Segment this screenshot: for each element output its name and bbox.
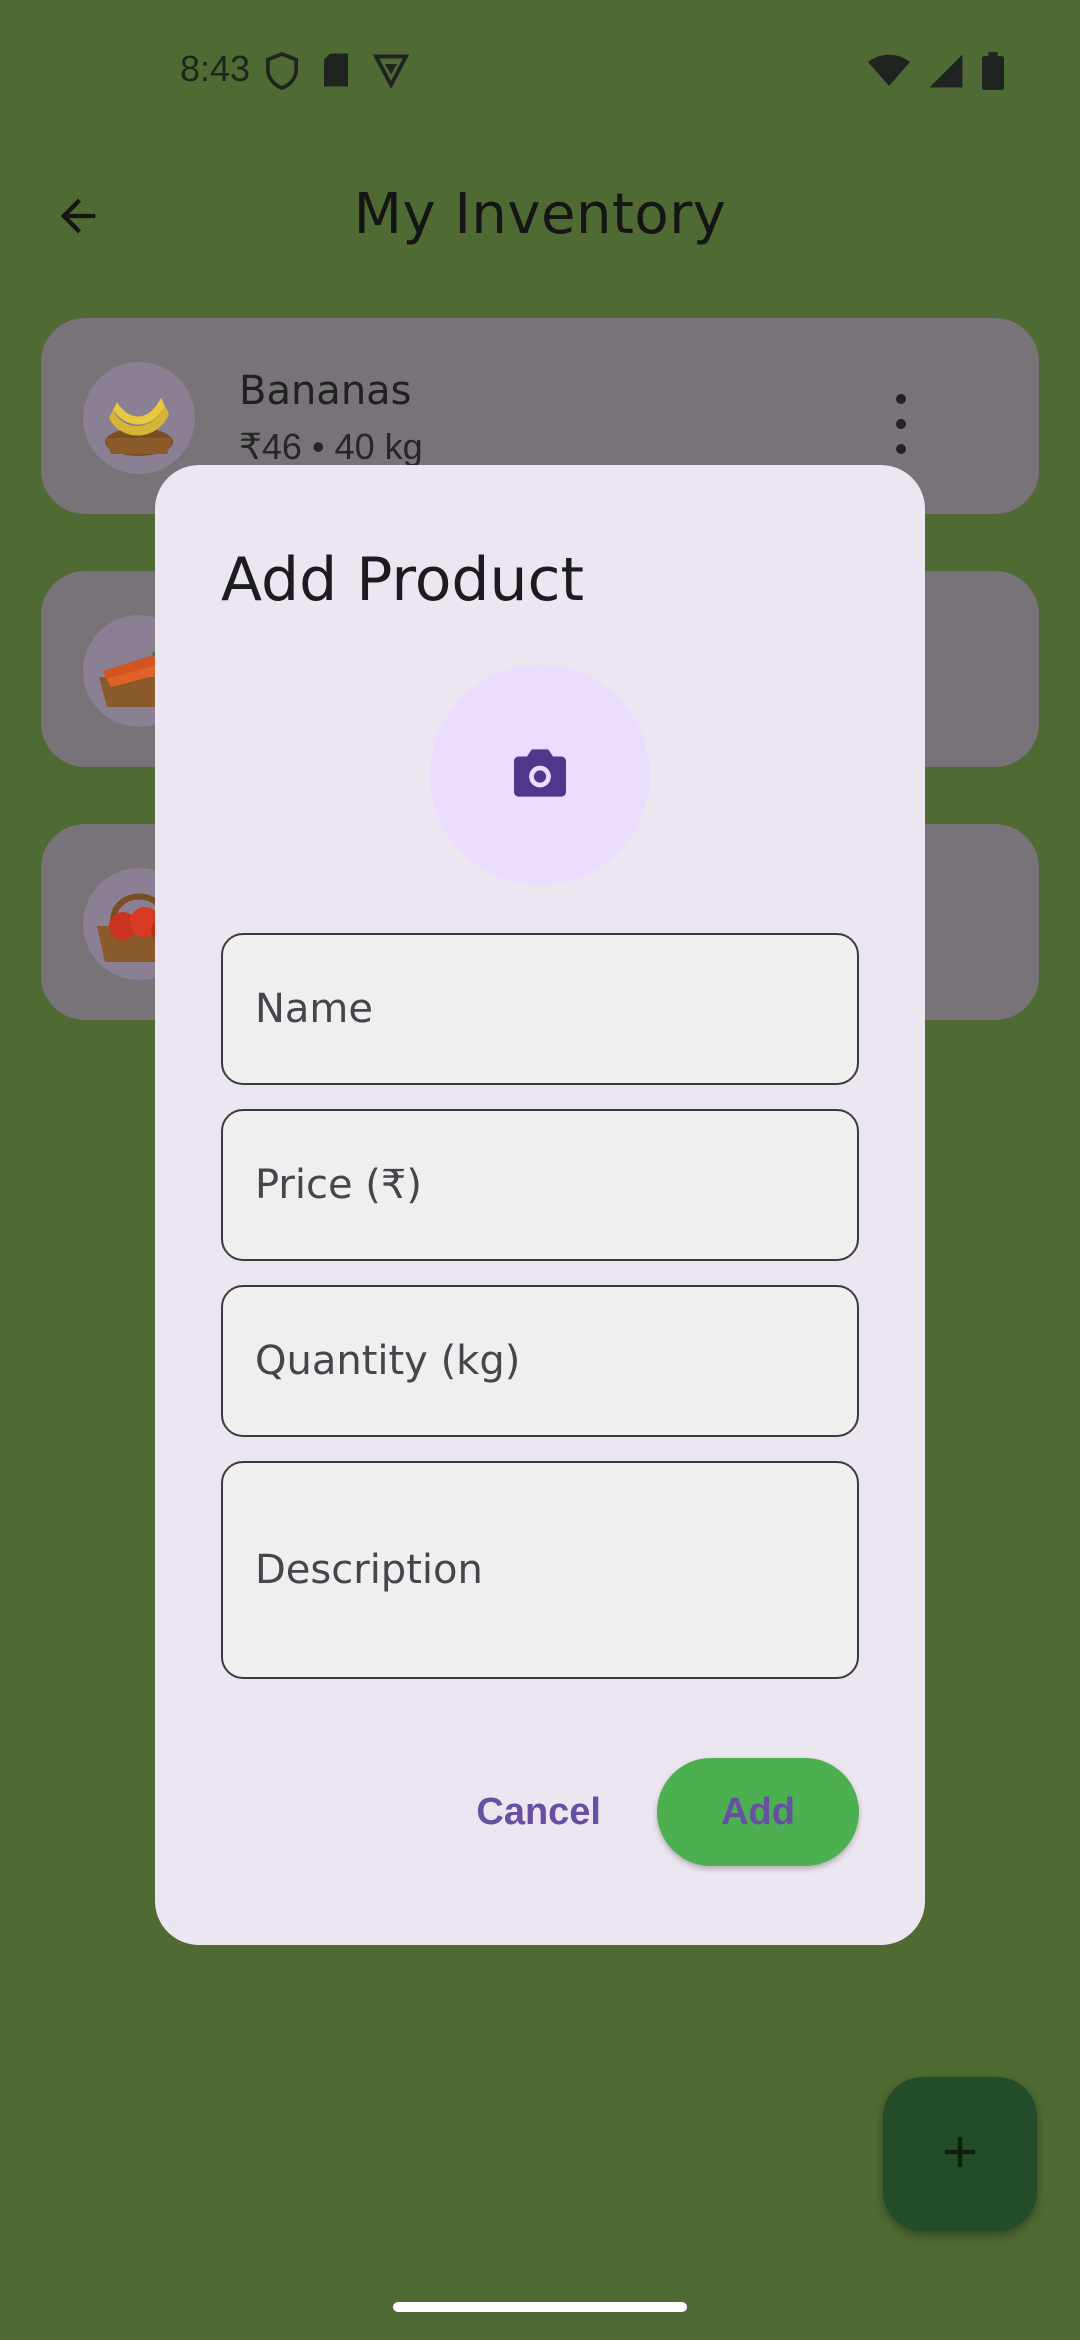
quantity-input[interactable]: [255, 1338, 857, 1384]
cancel-button[interactable]: Cancel: [476, 1771, 601, 1854]
quantity-field[interactable]: [221, 1285, 859, 1437]
price-input[interactable]: [255, 1162, 857, 1208]
add-button[interactable]: Add: [657, 1758, 859, 1866]
name-field[interactable]: [221, 933, 859, 1085]
name-input[interactable]: [255, 986, 857, 1032]
description-field[interactable]: [221, 1461, 859, 1679]
camera-icon: [511, 747, 569, 803]
gesture-bar[interactable]: [393, 2302, 687, 2312]
add-icon: [934, 2126, 986, 2182]
add-product-fab[interactable]: [883, 2077, 1037, 2231]
photo-picker-button[interactable]: [430, 665, 650, 885]
dialog-actions: Cancel Add: [476, 1758, 859, 1866]
dialog-title: Add Product: [221, 545, 585, 615]
description-input[interactable]: [255, 1540, 857, 1600]
add-product-dialog: Add Product Cancel Add: [155, 465, 925, 1945]
price-field[interactable]: [221, 1109, 859, 1261]
